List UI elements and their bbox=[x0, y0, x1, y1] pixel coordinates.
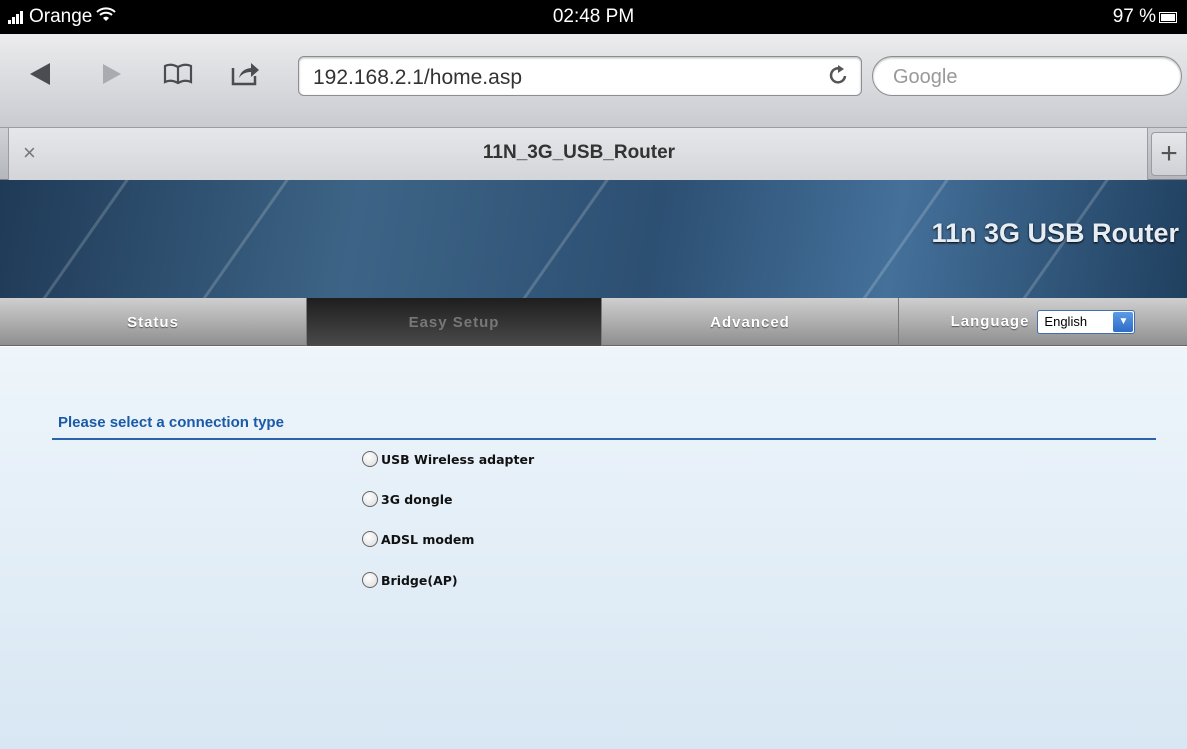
banner-decoration bbox=[31, 180, 132, 298]
page-heading: Please select a connection type bbox=[58, 414, 284, 431]
router-banner: 11n 3G USB Router bbox=[0, 180, 1187, 298]
nav-status[interactable]: Status bbox=[0, 298, 307, 346]
search-field[interactable]: Google bbox=[872, 56, 1182, 96]
main-content: Please select a connection type USB Wire… bbox=[0, 347, 1187, 749]
battery-percent: 97 % bbox=[1112, 6, 1156, 27]
new-tab-button[interactable]: + bbox=[1151, 132, 1187, 176]
search-placeholder: Google bbox=[893, 66, 958, 88]
share-icon[interactable] bbox=[226, 54, 266, 94]
option-label: USB Wireless adapter bbox=[381, 451, 535, 467]
heading-divider bbox=[52, 438, 1156, 440]
language-selector-area: Language English ▼ bbox=[899, 298, 1187, 345]
banner-decoration bbox=[191, 180, 292, 298]
tab-bar: × 11N_3G_USB_Router + bbox=[0, 128, 1187, 180]
option-adsl-modem[interactable]: ADSL modem bbox=[362, 531, 474, 547]
radio-button[interactable] bbox=[362, 572, 378, 588]
chevron-down-icon[interactable]: ▼ bbox=[1113, 311, 1134, 332]
option-bridge-ap[interactable]: Bridge(AP) bbox=[362, 572, 458, 588]
nav-advanced[interactable]: Advanced bbox=[602, 298, 899, 346]
option-usb-wireless-adapter[interactable]: USB Wireless adapter bbox=[362, 451, 534, 467]
language-label: Language bbox=[950, 313, 1030, 330]
bookmarks-icon[interactable] bbox=[158, 54, 198, 94]
language-select[interactable]: English ▼ bbox=[1037, 309, 1136, 334]
clock: 02:48 PM bbox=[552, 6, 635, 27]
option-label: Bridge(AP) bbox=[381, 572, 458, 588]
radio-button[interactable] bbox=[362, 531, 378, 547]
address-bar[interactable]: 192.168.2.1/home.asp bbox=[298, 56, 862, 96]
back-icon[interactable] bbox=[20, 54, 60, 94]
forward-icon[interactable] bbox=[92, 54, 132, 94]
url-text[interactable]: 192.168.2.1/home.asp bbox=[313, 66, 522, 90]
radio-button[interactable] bbox=[362, 491, 378, 507]
router-brand-title: 11n 3G USB Router bbox=[931, 218, 1179, 248]
nav-easy-setup[interactable]: Easy Setup bbox=[307, 298, 602, 346]
tab-title: 11N_3G_USB_Router bbox=[482, 142, 676, 163]
battery-icon bbox=[1159, 11, 1177, 23]
option-label: 3G dongle bbox=[381, 491, 453, 507]
router-nav: Status Easy Setup Advanced Language Engl… bbox=[0, 298, 1187, 346]
radio-button[interactable] bbox=[362, 451, 378, 467]
option-label: ADSL modem bbox=[381, 531, 475, 547]
tab-router[interactable]: × 11N_3G_USB_Router bbox=[8, 128, 1148, 180]
banner-decoration bbox=[511, 180, 612, 298]
option-3g-dongle[interactable]: 3G dongle bbox=[362, 491, 452, 507]
ios-status-bar: Orange 02:48 PM 97 % bbox=[0, 0, 1187, 34]
reload-icon[interactable] bbox=[827, 63, 849, 93]
browser-toolbar: 192.168.2.1/home.asp Google bbox=[0, 34, 1187, 128]
battery-area: 97 % bbox=[1113, 6, 1177, 28]
language-value: English bbox=[1044, 313, 1088, 329]
